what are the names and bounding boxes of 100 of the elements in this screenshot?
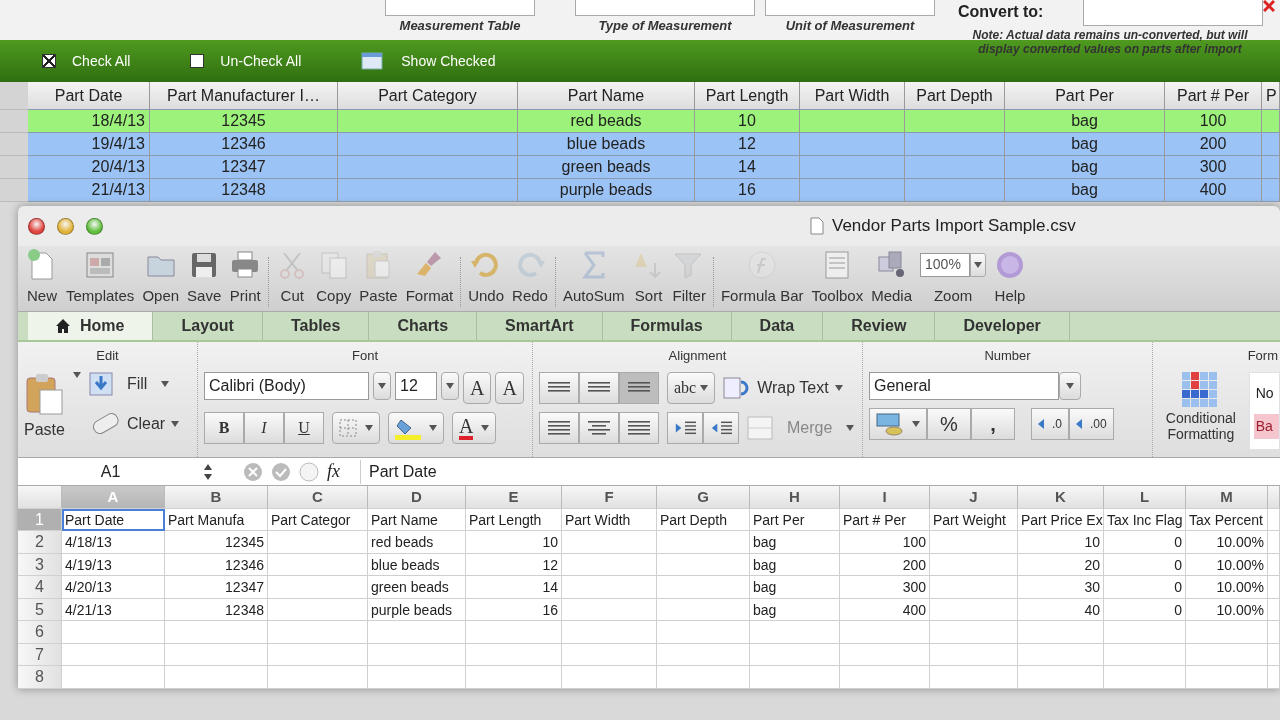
empty-cell[interactable] — [1268, 666, 1280, 689]
font-name-field[interactable]: Calibri (Body) — [204, 371, 369, 400]
align-top-button[interactable] — [539, 371, 579, 404]
empty-cell[interactable] — [562, 666, 657, 689]
column-header[interactable]: I — [840, 486, 930, 509]
spreadsheet-cell[interactable]: 200 — [840, 553, 930, 576]
empty-cell[interactable] — [750, 666, 840, 689]
underline-button[interactable]: U — [284, 411, 324, 444]
empty-cell[interactable] — [930, 553, 1018, 576]
spreadsheet-cell[interactable]: Part Name — [368, 508, 466, 531]
spreadsheet-cell[interactable]: 100 — [840, 531, 930, 554]
spreadsheet-cell[interactable]: 10.00% — [1186, 553, 1268, 576]
empty-cell[interactable] — [657, 598, 750, 621]
spreadsheet-cell[interactable]: blue beads — [368, 553, 466, 576]
percent-button[interactable]: % — [927, 407, 971, 440]
align-right-button[interactable] — [619, 411, 659, 444]
table-row[interactable]: 20/4/13 12347 green beads 14 bag 300 — [0, 156, 1280, 179]
ribbon-tab[interactable]: Tables — [262, 312, 370, 340]
spreadsheet-cell[interactable]: 12348 — [165, 598, 268, 621]
empty-cell[interactable] — [466, 643, 562, 666]
spreadsheet-cell[interactable]: 10 — [1018, 531, 1104, 554]
dropdown-field[interactable] — [385, 0, 535, 16]
zoom-button[interactable] — [86, 217, 103, 235]
spreadsheet-cell[interactable]: 4/18/13 — [62, 531, 165, 554]
clear-button[interactable]: Clear — [88, 411, 180, 436]
empty-cell[interactable] — [368, 666, 466, 689]
close-icon[interactable] — [1263, 0, 1276, 12]
name-box[interactable]: A1 — [18, 459, 203, 484]
spreadsheet-cell[interactable]: 4/20/13 — [62, 576, 165, 599]
toolbar-button[interactable]: Help — [990, 248, 1031, 307]
toolbar-button[interactable]: Templates — [62, 248, 139, 307]
empty-cell[interactable] — [1268, 576, 1280, 599]
toolbar-button[interactable]: Format — [401, 248, 458, 307]
spreadsheet-cell[interactable]: 300 — [840, 576, 930, 599]
empty-cell[interactable] — [466, 621, 562, 644]
select-all-corner[interactable] — [18, 486, 62, 509]
font-dropdown[interactable] — [373, 371, 391, 400]
spreadsheet-cell[interactable]: 400 — [840, 598, 930, 621]
spreadsheet-cell[interactable]: green beads — [368, 576, 466, 599]
dropdown-field[interactable] — [575, 0, 755, 16]
number-format-dropdown[interactable] — [1059, 371, 1081, 400]
column-header[interactable]: G — [657, 486, 750, 509]
style-swatch[interactable]: Ba — [1253, 413, 1279, 439]
spreadsheet-cell[interactable]: 10.00% — [1186, 531, 1268, 554]
grow-font-button[interactable]: A — [463, 371, 492, 404]
align-left-button[interactable] — [539, 411, 579, 444]
toolbar-button[interactable]: Open — [138, 248, 184, 307]
row-number[interactable]: 8 — [18, 666, 62, 689]
spreadsheet-cell[interactable]: 40 — [1018, 598, 1104, 621]
empty-cell[interactable] — [930, 598, 1018, 621]
column-header[interactable]: C — [268, 486, 368, 509]
empty-cell[interactable] — [930, 576, 1018, 599]
toolbar-button[interactable]: Print — [225, 248, 266, 307]
empty-cell[interactable] — [268, 553, 368, 576]
number-format-field[interactable]: General — [869, 371, 1059, 400]
spreadsheet-cell[interactable]: bag — [750, 553, 840, 576]
ribbon-tab[interactable]: Home — [28, 312, 154, 340]
empty-cell[interactable] — [1268, 553, 1280, 576]
empty-cell[interactable] — [657, 576, 750, 599]
empty-cell[interactable] — [368, 643, 466, 666]
conditional-formatting-button[interactable]: Conditional Formatting — [1157, 371, 1245, 442]
column-header[interactable]: H — [750, 486, 840, 509]
empty-cell[interactable] — [368, 621, 466, 644]
ribbon-tab[interactable]: Formulas — [602, 312, 732, 340]
empty-cell[interactable] — [1104, 621, 1186, 644]
spreadsheet-cell[interactable]: bag — [750, 531, 840, 554]
ribbon-tab[interactable]: Charts — [369, 312, 478, 340]
spreadsheet-cell[interactable]: Part Width — [562, 508, 657, 531]
column-header[interactable] — [1268, 486, 1280, 509]
empty-cell[interactable] — [1268, 598, 1280, 621]
italic-button[interactable]: I — [244, 411, 284, 444]
paste-button[interactable]: Paste — [24, 371, 65, 442]
empty-cell[interactable] — [268, 598, 368, 621]
column-header[interactable]: L — [1104, 486, 1186, 509]
column-header[interactable]: K — [1018, 486, 1104, 509]
empty-cell[interactable] — [657, 553, 750, 576]
spreadsheet-cell[interactable]: Tax Percent — [1186, 508, 1268, 531]
spreadsheet-cell[interactable]: 14 — [466, 576, 562, 599]
empty-cell[interactable] — [840, 643, 930, 666]
toolbar-button[interactable]: Toolbox — [807, 248, 868, 307]
column-header[interactable]: E — [466, 486, 562, 509]
spreadsheet-cell[interactable]: Part Date — [62, 508, 165, 531]
empty-cell[interactable] — [657, 666, 750, 689]
stepper-icon[interactable] — [203, 463, 213, 480]
ribbon-tab[interactable]: Developer — [935, 312, 1070, 340]
empty-cell[interactable] — [268, 666, 368, 689]
spreadsheet-cell[interactable]: 20 — [1018, 553, 1104, 576]
style-swatch[interactable]: No — [1253, 380, 1279, 406]
font-size-dropdown[interactable] — [441, 371, 459, 400]
spreadsheet-cell[interactable]: Part Length — [466, 508, 562, 531]
empty-cell[interactable] — [268, 531, 368, 554]
column-header[interactable]: D — [368, 486, 466, 509]
orientation-button[interactable]: abc — [667, 371, 716, 404]
empty-cell[interactable] — [657, 531, 750, 554]
column-header[interactable]: J — [930, 486, 1018, 509]
spreadsheet-cell[interactable]: Part Weight — [930, 508, 1018, 531]
empty-cell[interactable] — [562, 576, 657, 599]
empty-cell[interactable] — [1268, 643, 1280, 666]
spreadsheet-cell[interactable]: bag — [750, 576, 840, 599]
toolbar-button[interactable]: Save — [183, 248, 226, 307]
